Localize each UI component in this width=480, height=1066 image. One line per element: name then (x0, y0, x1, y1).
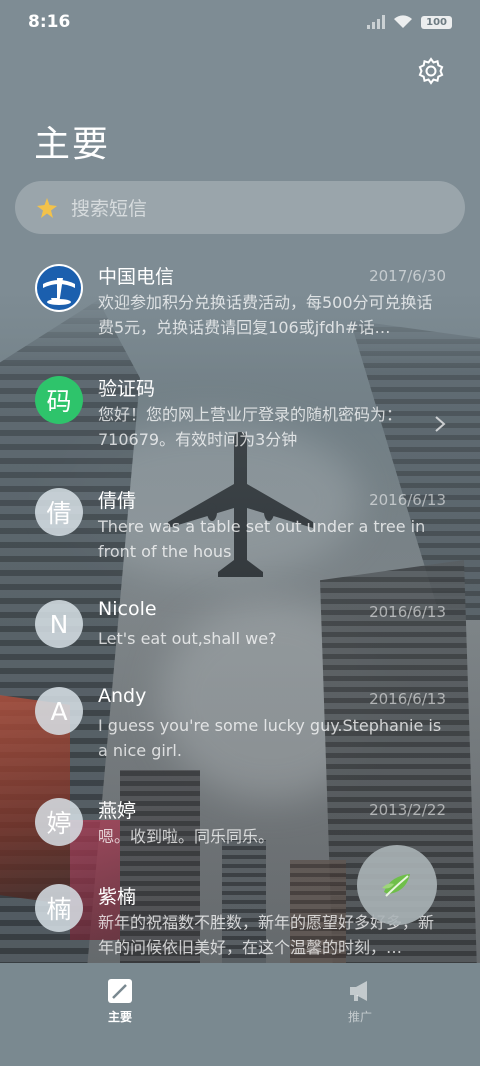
search-input[interactable]: 搜索短信 (71, 194, 147, 221)
compose-fab-button[interactable] (357, 845, 437, 925)
leaf-icon (382, 874, 410, 897)
message-snippet: There was a table set out under a tree i… (98, 517, 426, 561)
signal-icon (367, 15, 386, 29)
china-telecom-logo-icon (37, 266, 81, 310)
avatar: 倩 (35, 488, 83, 536)
conversation-item[interactable]: A Andy 2016/6/13 I guess you're some luc… (0, 675, 480, 785)
message-snippet: I guess you're some lucky guy.Stephanie … (98, 716, 442, 760)
conversation-item[interactable]: 中国电信 2017/6/30 欢迎参加积分兑换话费活动，每500分可兑换话费5元… (0, 252, 480, 362)
avatar: 楠 (35, 884, 83, 932)
contact-name: Nicole (98, 598, 157, 620)
avatar: N (35, 600, 83, 648)
contact-name: 倩倩 (98, 490, 137, 512)
page-title: 主要 (34, 124, 111, 165)
wifi-icon (394, 15, 413, 28)
avatar: A (35, 687, 83, 735)
message-snippet: 您好！您的网上营业厅登录的随机密码为：710679。有效时间为3分钟 (98, 405, 403, 449)
nav-tab-main[interactable]: 主要 (0, 963, 240, 1066)
avatar: 婷 (35, 798, 83, 846)
message-date: 2013/2/22 (369, 801, 446, 819)
nav-label: 推广 (347, 1010, 372, 1024)
contact-name: Andy (98, 685, 147, 707)
status-bar: 8:16 100 (0, 0, 480, 44)
edit-icon (108, 979, 132, 1003)
contact-name: 中国电信 (98, 266, 175, 288)
message-date: 2016/6/13 (369, 491, 446, 509)
avatar: 码 (35, 376, 83, 424)
battery-indicator: 100 (421, 15, 452, 29)
clock: 8:16 (28, 12, 71, 32)
search-bar[interactable]: 搜索短信 (15, 181, 465, 234)
message-date: 2016/6/13 (369, 690, 446, 708)
message-snippet: 欢迎参加积分兑换话费活动，每500分可兑换话费5元，兑换话费请回复106或jfd… (98, 293, 433, 337)
message-snippet: Let's eat out,shall we? (98, 629, 277, 648)
conversation-item[interactable]: 码 验证码 您好！您的网上营业厅登录的随机密码为：710679。有效时间为3分钟 (0, 364, 480, 474)
nav-label: 主要 (107, 1010, 132, 1024)
avatar (35, 264, 83, 312)
message-date: 2016/6/13 (369, 603, 446, 621)
megaphone-icon (350, 981, 367, 1001)
contact-name: 燕婷 (98, 800, 137, 822)
gear-icon[interactable] (416, 56, 446, 86)
chevron-right-icon (435, 416, 446, 432)
search-sparkle-icon (37, 197, 57, 218)
message-date: 2017/6/30 (369, 267, 446, 285)
contact-name: 紫楠 (98, 886, 137, 908)
nav-tab-promotions[interactable]: 推广 (240, 963, 480, 1066)
bottom-nav: 主要 推广 (0, 963, 480, 1066)
conversation-item[interactable]: 倩 倩倩 2016/6/13 There was a table set out… (0, 476, 480, 586)
contact-name: 验证码 (98, 378, 156, 400)
